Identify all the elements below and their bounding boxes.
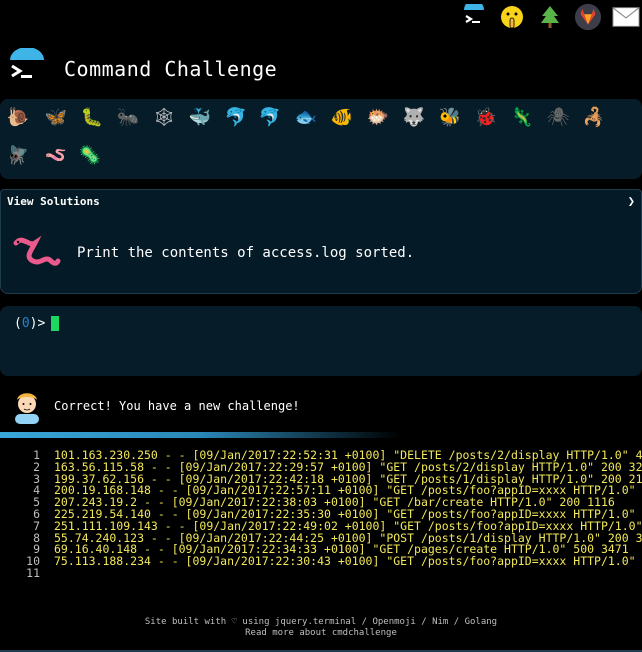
- chevron-right-icon[interactable]: ❯: [628, 194, 635, 208]
- view-solutions-bar[interactable]: View Solutions ❯: [0, 189, 642, 213]
- fly-icon[interactable]: 🪰: [6, 145, 30, 167]
- line-text: 55.74.240.123 - - [09/Jan/2017:22:44:25 …: [54, 532, 642, 545]
- microbe-icon[interactable]: 🦠: [78, 145, 102, 167]
- output-line: 8 55.74.240.123 - - [09/Jan/2017:22:44:25…: [0, 530, 642, 545]
- tropical-fish-icon[interactable]: 🐠: [330, 107, 354, 129]
- result-message: Correct! You have a new challenge!: [12, 387, 300, 425]
- output-line: 1 101.163.230.250 - - [09/Jan/2017:22:52:…: [0, 448, 642, 462]
- line-number: 8: [33, 530, 40, 545]
- line-number: 5: [33, 495, 40, 510]
- ladybug-icon[interactable]: 🐞: [474, 107, 498, 129]
- page-title: Command Challenge: [64, 57, 278, 81]
- dolphin-icon[interactable]: 🐬: [258, 107, 282, 129]
- terminal-cursor[interactable]: [51, 316, 60, 331]
- output-line: 6 225.219.54.140 - - [09/Jan/2017:22:35:3…: [0, 506, 642, 521]
- line-text: 251.111.109.143 - - [09/Jan/2017:22:49:0…: [54, 520, 642, 533]
- blowfish-icon[interactable]: 🐡: [366, 107, 390, 129]
- result-text: Correct! You have a new challenge!: [54, 399, 300, 413]
- output-line: 10 75.113.188.234 - - [09/Jan/2017:22:30:…: [0, 555, 642, 568]
- footer-credits[interactable]: Site built with ♡ using jquery.terminal …: [0, 617, 642, 628]
- line-text: 69.16.40.148 - - [09/Jan/2017:22:34:33 +…: [54, 544, 629, 557]
- butterfly-icon[interactable]: 🦋: [44, 107, 68, 129]
- line-number: 3: [33, 471, 40, 486]
- caterpillar-icon[interactable]: 🐛: [80, 107, 104, 129]
- output-line: 2 163.56.115.58 - - [09/Jan/2017:22:29:57…: [0, 459, 642, 474]
- shushing-face-icon[interactable]: [498, 3, 526, 31]
- terminal-icon[interactable]: [460, 3, 488, 31]
- footer-read-more-link[interactable]: Read more about cmdchallenge: [0, 628, 642, 639]
- line-number: 6: [33, 506, 40, 521]
- ant-icon[interactable]: 🐜: [116, 107, 140, 129]
- terminal-prompt: (0)>: [14, 316, 46, 331]
- challenge-panel: Print the contents of access.log sorted.: [0, 212, 642, 294]
- worm-icon: [13, 235, 61, 266]
- wolf-icon[interactable]: 🐺: [402, 107, 426, 129]
- output-line: 5 207.243.19.2 - - [09/Jan/2017:22:38:03 …: [0, 495, 642, 510]
- scorpion-icon[interactable]: 🦂: [582, 107, 606, 129]
- output-line: 3 199.37.62.156 - - [09/Jan/2017:22:42:18…: [0, 471, 642, 486]
- spider-icon[interactable]: 🕷: [546, 107, 570, 129]
- line-text: 163.56.115.58 - - [09/Jan/2017:22:29:57 …: [54, 461, 642, 474]
- fish-icon[interactable]: 🐟: [294, 107, 318, 129]
- line-number: 2: [33, 459, 40, 474]
- header: Command Challenge: [6, 44, 277, 94]
- line-text: 199.37.62.156 - - [09/Jan/2017:22:42:18 …: [54, 473, 642, 486]
- gitlab-icon[interactable]: [574, 3, 602, 31]
- spider-web-icon[interactable]: 🕸: [152, 107, 176, 129]
- line-number: 4: [33, 483, 40, 498]
- line-number: 1: [33, 448, 40, 462]
- whale-icon[interactable]: 🐳: [188, 107, 212, 129]
- mail-icon[interactable]: [612, 3, 640, 31]
- line-number: 11: [26, 565, 40, 580]
- divider: [0, 432, 400, 438]
- tree-icon[interactable]: [536, 3, 564, 31]
- person-avatar-icon: [15, 393, 39, 424]
- output-line: 11: [0, 565, 642, 580]
- line-text: 207.243.19.2 - - [09/Jan/2017:22:38:03 +…: [54, 497, 615, 509]
- challenge-description: Print the contents of access.log sorted.: [77, 244, 415, 261]
- view-solutions-label[interactable]: View Solutions: [7, 195, 100, 208]
- output-line: 4 200.19.168.148 - - [09/Jan/2017:22:57:1…: [0, 485, 642, 497]
- snail-icon[interactable]: 🐌: [6, 107, 30, 129]
- output-line: 7 251.111.109.143 - - [09/Jan/2017:22:49:…: [0, 518, 642, 533]
- terminal-logo-icon: [6, 47, 48, 90]
- line-text: 200.19.168.148 - - [09/Jan/2017:22:57:11…: [54, 485, 642, 498]
- challenge-progress-bar: 🐌 🦋 🐛 🐜 🕸 🐳 🐬 🐬 🐟 🐠 🐡 🐺 🐝 🐞 🦎 🕷 🦂 🪰 🪱 🦠: [0, 99, 642, 179]
- output-line: 9 69.16.40.148 - - [09/Jan/2017:22:34:33 …: [0, 544, 642, 556]
- line-text: 225.219.54.140 - - [09/Jan/2017:22:35:30…: [54, 508, 642, 521]
- bee-icon[interactable]: 🐝: [438, 107, 462, 129]
- dolphin-icon[interactable]: 🐬: [224, 107, 248, 129]
- line-text: 101.163.230.250 - - [09/Jan/2017:22:52:3…: [54, 450, 642, 462]
- terminal-input[interactable]: (0)>: [0, 306, 642, 376]
- lizard-icon[interactable]: 🦎: [510, 107, 534, 129]
- worm-icon[interactable]: 🪱: [44, 145, 68, 167]
- footer: Site built with ♡ using jquery.terminal …: [0, 617, 642, 639]
- line-number: 7: [33, 518, 40, 533]
- line-text: 75.113.188.234 - - [09/Jan/2017:22:30:43…: [54, 556, 642, 568]
- command-output: 1 101.163.230.250 - - [09/Jan/2017:22:52:…: [0, 448, 642, 580]
- top-icon-bar: [460, 0, 642, 34]
